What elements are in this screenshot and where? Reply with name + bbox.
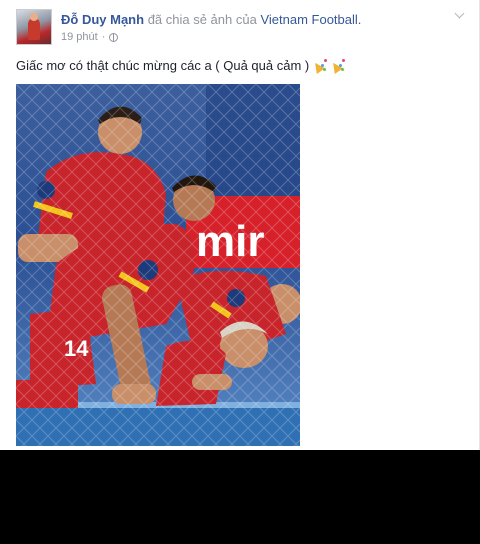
post-header: Đỗ Duy Mạnh đã chia sẻ ảnh của Vietnam F… [61,12,361,27]
globe-icon[interactable] [109,32,119,42]
avatar-head [30,13,38,21]
black-bottom-bar [0,450,480,544]
party-popper-icon [311,59,328,74]
post-photo[interactable]: mir 14 [16,84,300,446]
share-action-text: đã chia sẻ ảnh của [147,12,257,27]
caption-text: Giấc mơ có thật chúc mừng các a ( Quả qu… [16,58,310,73]
avatar-figure [28,18,40,40]
author-name-link[interactable]: Đỗ Duy Mạnh [61,12,144,27]
shared-page-link[interactable]: Vietnam Football. [260,12,361,27]
post-meta: 19 phút · [61,31,119,43]
shared-photo-post: Đỗ Duy Mạnh đã chia sẻ ảnh của Vietnam F… [0,0,480,450]
futsal-celebration-photo: mir 14 [16,84,300,446]
post-caption: Giấc mơ có thật chúc mừng các a ( Quả qu… [16,58,346,74]
party-popper-icon [329,59,346,74]
chevron-down-icon[interactable] [455,10,465,20]
author-avatar[interactable] [16,9,52,45]
meta-separator: · [101,31,106,43]
post-timestamp[interactable]: 19 phút [61,31,98,43]
